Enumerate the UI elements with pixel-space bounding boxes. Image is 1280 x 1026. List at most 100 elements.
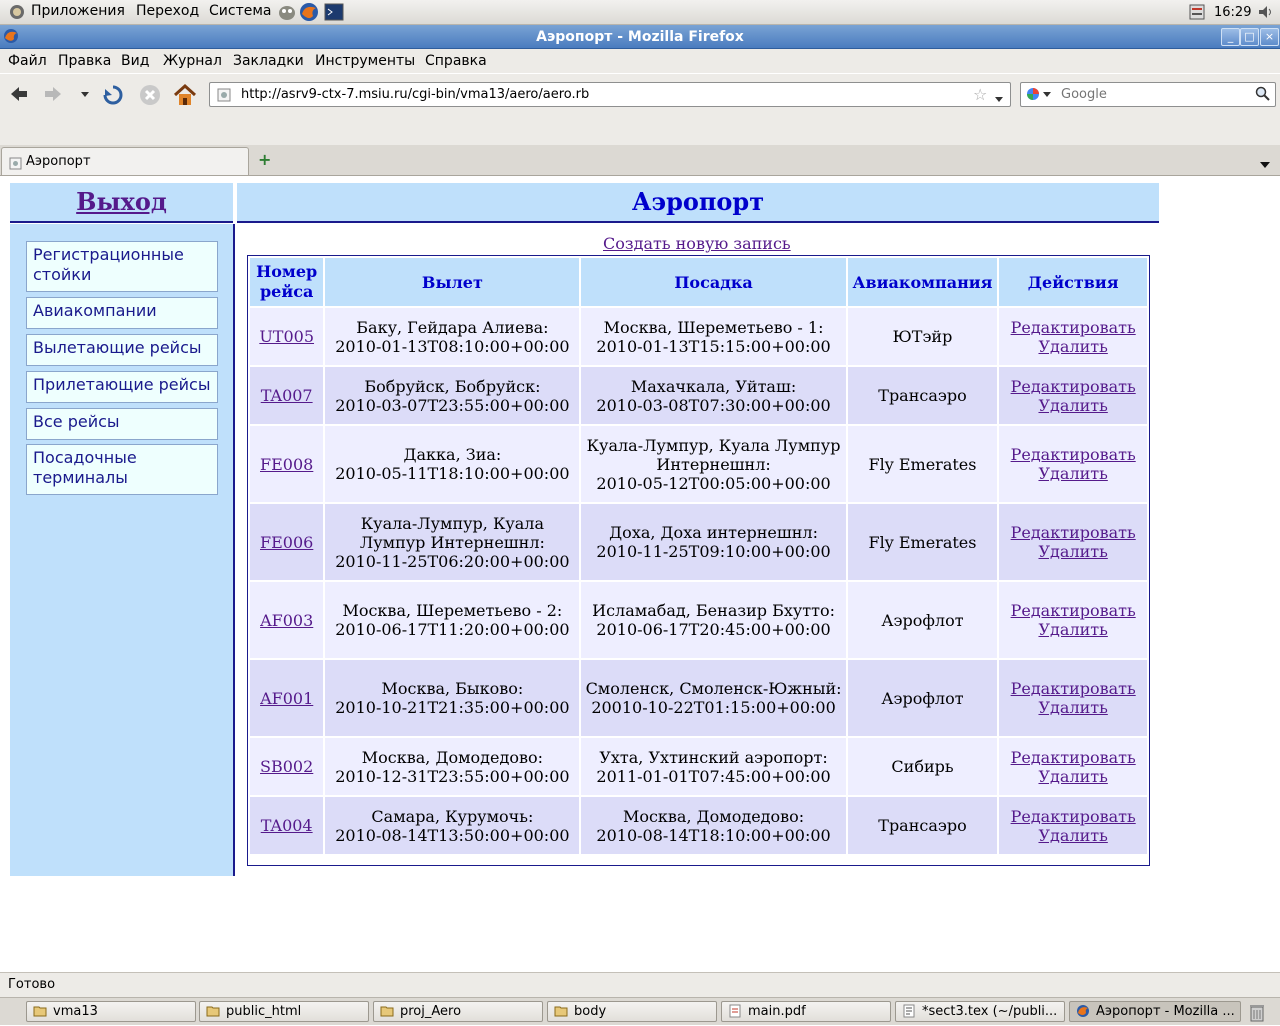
history-dropdown-icon[interactable]	[72, 83, 98, 107]
bookmark-star-icon[interactable]: ☆	[973, 85, 987, 104]
edit-link[interactable]: Редактировать	[1011, 445, 1136, 464]
pdf-document-icon	[728, 1004, 742, 1021]
sidebar-item-boarding-terminals[interactable]: Посадочные терминалы	[26, 444, 218, 495]
flight-number-link[interactable]: FE006	[260, 533, 313, 552]
bookmarks-toolbar	[0, 114, 1280, 146]
airline-cell: Fly Emerates	[847, 426, 998, 502]
edit-link[interactable]: Редактировать	[1011, 679, 1136, 698]
trash-icon[interactable]	[1248, 1002, 1266, 1026]
network-monitor-icon[interactable]	[1188, 3, 1206, 25]
table-row: AF003 Москва, Шереметьево - 2: 2010-06-17T…	[250, 582, 1147, 658]
close-button[interactable]: ×	[1260, 28, 1279, 46]
menu-tools[interactable]: Инструменты	[315, 53, 415, 69]
task-vma13[interactable]: vma13	[26, 1001, 196, 1022]
edit-link[interactable]: Редактировать	[1011, 318, 1136, 337]
panel-menu-system[interactable]: Система	[209, 3, 271, 19]
google-engine-icon[interactable]	[1025, 86, 1053, 106]
site-identity-icon[interactable]	[217, 87, 231, 106]
airline-cell: Трансаэро	[847, 367, 998, 424]
sidebar-item-departing-flights[interactable]: Вылетающие рейсы	[26, 334, 218, 366]
arrival-place: Москва, Домодедово:	[622, 806, 805, 826]
minimize-button[interactable]: _	[1221, 28, 1240, 46]
actions-cell: Редактировать Удалить	[999, 738, 1147, 795]
menu-view[interactable]: Вид	[121, 53, 149, 69]
sidebar-item-arriving-flights[interactable]: Прилетающие рейсы	[26, 371, 218, 403]
flight-number-link[interactable]: TA007	[261, 386, 313, 405]
stop-icon[interactable]	[137, 83, 163, 107]
forward-icon[interactable]	[40, 83, 66, 107]
task-body[interactable]: body	[547, 1001, 717, 1022]
flight-number-link[interactable]: AF001	[260, 689, 313, 708]
delete-link[interactable]: Удалить	[1038, 826, 1107, 845]
arrival-cell: Доха, Доха интернешнл: 2010-11-25T09:10:0…	[581, 504, 846, 580]
task-main-pdf[interactable]: main.pdf	[721, 1001, 891, 1022]
delete-link[interactable]: Удалить	[1038, 698, 1107, 717]
menu-history[interactable]: Журнал	[163, 53, 222, 69]
panel-menu-places[interactable]: Переход	[136, 3, 199, 19]
departure-cell: Баку, Гейдара Алиева: 2010-01-13T08:10:00…	[325, 308, 580, 365]
home-icon[interactable]	[172, 83, 198, 107]
search-input[interactable]	[1059, 85, 1253, 104]
flight-number-link[interactable]: UT005	[259, 327, 314, 346]
back-icon[interactable]	[6, 83, 32, 107]
flight-number-cell: SB002	[250, 738, 324, 795]
task-proj-aero[interactable]: proj_Aero	[373, 1001, 543, 1022]
logout-link[interactable]: Выход	[10, 187, 233, 216]
maximize-button[interactable]: □	[1240, 28, 1259, 46]
table-row: FE008 Дакка, Зиа: 2010-05-11T18:10:00+00:0…	[250, 426, 1147, 502]
delete-link[interactable]: Удалить	[1038, 396, 1107, 415]
table-row: UT005 Баку, Гейдара Алиева: 2010-01-13T08:…	[250, 308, 1147, 365]
departure-place: Самара, Курумочь:	[371, 806, 534, 826]
tab-airport[interactable]: Аэропорт	[1, 147, 249, 175]
flight-number-link[interactable]: AF003	[260, 611, 313, 630]
task-label: body	[574, 1004, 607, 1019]
sidebar-item-airlines[interactable]: Авиакомпании	[26, 297, 218, 329]
menu-file[interactable]: Файл	[8, 53, 47, 69]
header-departure: Вылет	[325, 258, 580, 306]
terminal-launcher-icon[interactable]	[324, 3, 344, 25]
flight-number-link[interactable]: TA004	[261, 816, 313, 835]
delete-link[interactable]: Удалить	[1038, 620, 1107, 639]
flights-table-frame: Номер рейса Вылет Посадка Авиакомпания Д…	[247, 255, 1150, 866]
airline-cell: Сибирь	[847, 738, 998, 795]
tab-list-dropdown-icon[interactable]	[1259, 155, 1271, 174]
flight-number-link[interactable]: SB002	[260, 757, 313, 776]
edit-link[interactable]: Редактировать	[1011, 601, 1136, 620]
url-bar[interactable]: http://asrv9-ctx-7.msiu.ru/cgi-bin/vma13…	[209, 82, 1011, 107]
arrival-place: Ухта, Ухтинский аэропорт:	[599, 747, 828, 767]
edit-link[interactable]: Редактировать	[1011, 523, 1136, 542]
search-bar[interactable]	[1020, 82, 1276, 107]
new-tab-icon[interactable]: +	[258, 150, 271, 169]
sidebar-item-checkin-counters[interactable]: Регистрационные стойки	[26, 241, 218, 292]
search-icon[interactable]	[1255, 86, 1271, 106]
delete-link[interactable]: Удалить	[1038, 542, 1107, 561]
url-text[interactable]: http://asrv9-ctx-7.msiu.ru/cgi-bin/vma13…	[241, 87, 589, 102]
url-dropdown-icon[interactable]	[994, 89, 1004, 108]
edit-link[interactable]: Редактировать	[1011, 748, 1136, 767]
departure-place: Москва, Быково:	[381, 679, 524, 698]
task-sect3-tex[interactable]: *sect3.tex (~/publi...	[895, 1001, 1065, 1022]
volume-icon[interactable]	[1257, 3, 1275, 25]
edit-link[interactable]: Редактировать	[1011, 377, 1136, 396]
panel-menu-applications[interactable]: Приложения	[31, 3, 125, 19]
arrival-place: Куала-Лумпур, Куала Лумпур Интернешнл:	[586, 435, 841, 474]
window-titlebar[interactable]: Аэропорт - Mozilla Firefox _ □ ×	[0, 25, 1280, 49]
menu-bookmarks[interactable]: Закладки	[233, 53, 304, 69]
departure-time: 2010-06-17T11:20:00+00:00	[335, 620, 570, 639]
delete-link[interactable]: Удалить	[1038, 337, 1107, 356]
menu-help[interactable]: Справка	[425, 53, 487, 69]
create-record-link[interactable]: Создать новую запись	[603, 234, 791, 253]
menu-edit[interactable]: Правка	[58, 53, 111, 69]
delete-link[interactable]: Удалить	[1038, 767, 1107, 786]
reload-icon[interactable]	[100, 83, 126, 107]
gimp-launcher-icon[interactable]	[276, 2, 298, 26]
sidebar-item-all-flights[interactable]: Все рейсы	[26, 408, 218, 440]
task-public-html[interactable]: public_html	[199, 1001, 369, 1022]
firefox-launcher-icon[interactable]	[299, 2, 319, 26]
flight-number-link[interactable]: FE008	[260, 455, 313, 474]
delete-link[interactable]: Удалить	[1038, 464, 1107, 483]
panel-clock[interactable]: 16:29	[1214, 5, 1251, 20]
table-row: SB002 Москва, Домодедово: 2010-12-31T23:55…	[250, 738, 1147, 795]
edit-link[interactable]: Редактировать	[1011, 807, 1136, 826]
task-firefox-airport[interactable]: Аэропорт - Mozilla ...	[1069, 1001, 1241, 1022]
